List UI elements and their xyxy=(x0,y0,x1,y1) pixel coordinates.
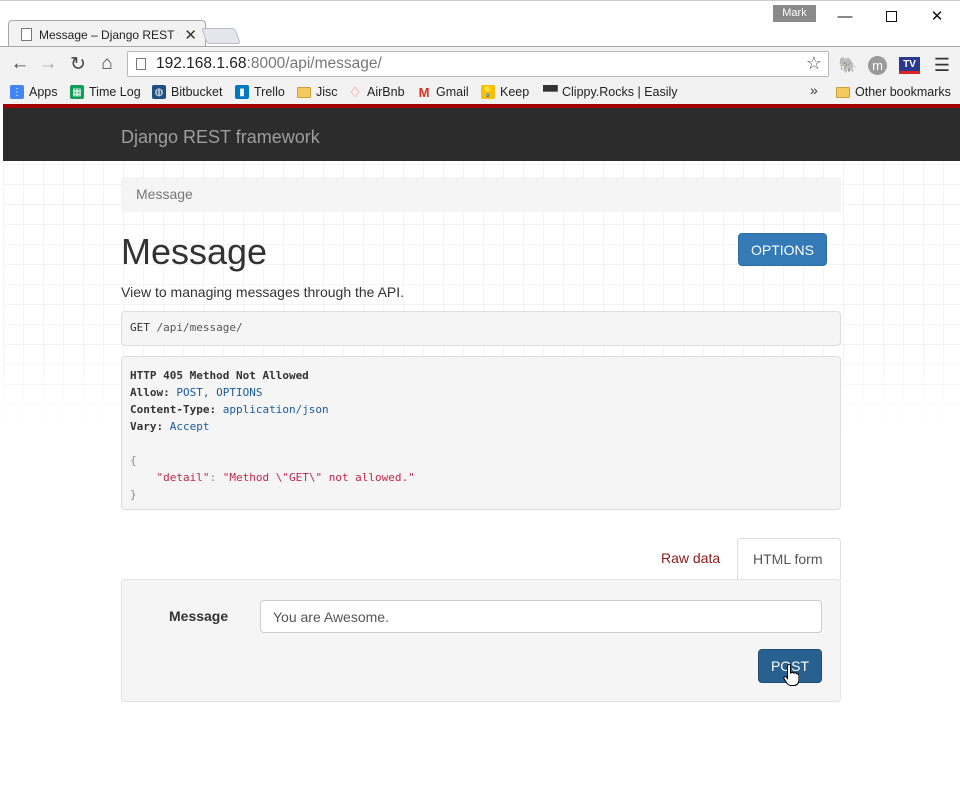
browser-tab-active[interactable]: Message – Django REST fr ✕ xyxy=(8,20,206,48)
json-open-brace: { xyxy=(130,454,137,467)
bookmark-bitbucket[interactable]: ◍ Bitbucket xyxy=(152,83,222,101)
bookmark-label: Other bookmarks xyxy=(855,85,951,99)
header-value: Accept xyxy=(169,420,210,433)
options-button[interactable]: OPTIONS xyxy=(738,233,827,266)
menu-icon[interactable]: ☰ xyxy=(932,55,952,75)
response-status: HTTP 405 Method Not Allowed xyxy=(130,369,309,382)
header-name: Allow: xyxy=(130,386,170,399)
keep-icon: 💡 xyxy=(481,85,495,99)
bookmark-star-icon[interactable]: ☆ xyxy=(806,53,822,74)
page-description: View to managing messages through the AP… xyxy=(121,284,405,300)
request-info: GET /api/message/ xyxy=(121,311,841,346)
breadcrumb-item[interactable]: Message xyxy=(136,186,193,202)
hand-cursor-icon xyxy=(783,664,799,686)
clippy-icon: ▀▀ xyxy=(543,86,558,98)
message-input[interactable] xyxy=(260,600,822,633)
message-label: Message xyxy=(169,608,229,624)
bookmark-label: Gmail xyxy=(436,85,469,99)
bookmark-airbnb[interactable]: ♢ AirBnb xyxy=(348,83,405,101)
browser-toolbar: ← → ↻ ⌂ 192.168.1.68:8000/api/message/ ☆… xyxy=(0,46,960,80)
bookmark-time-log[interactable]: ▦ Time Log xyxy=(70,83,141,101)
page-info-icon[interactable] xyxy=(136,58,146,70)
bookmark-label: Keep xyxy=(500,85,530,99)
content-tabs: Raw data HTML form xyxy=(121,538,841,580)
bookmark-keep[interactable]: 💡 Keep xyxy=(481,83,529,101)
header-name: Vary: xyxy=(130,420,164,433)
breadcrumb: Message xyxy=(121,177,841,212)
request-method: GET xyxy=(130,321,150,334)
minimize-icon[interactable]: — xyxy=(822,5,868,27)
apps-grid-icon: ⋮ xyxy=(10,85,24,99)
trello-icon: ▮ xyxy=(235,85,249,99)
response-info: HTTP 405 Method Not Allowed Allow: POST,… xyxy=(121,356,841,510)
header-value: POST, OPTIONS xyxy=(176,386,263,399)
page-content: Django REST framework Message Message OP… xyxy=(3,104,960,793)
json-value: "Method \"GET\" not allowed." xyxy=(222,471,415,484)
json-key: "detail" xyxy=(156,471,210,484)
maximize-icon[interactable] xyxy=(868,5,914,27)
tab-title: Message – Django REST fr xyxy=(39,27,179,42)
bookmark-label: Time Log xyxy=(89,85,141,99)
bitbucket-icon: ◍ xyxy=(152,85,166,99)
forward-arrow-icon[interactable]: → xyxy=(36,52,60,76)
header-value: application/json xyxy=(222,403,329,416)
bookmarks-bar: ⋮ Apps ▦ Time Log ◍ Bitbucket ▮ Trello J… xyxy=(0,80,960,104)
extension-m-icon[interactable]: m xyxy=(868,56,887,75)
json-close-brace: } xyxy=(130,488,137,501)
header-name: Content-Type: xyxy=(130,403,217,416)
url-host: 192.168.1.68 xyxy=(156,55,247,72)
bookmark-label: Clippy.Rocks | Easily s xyxy=(562,85,678,99)
bookmark-gmail[interactable]: M Gmail xyxy=(417,83,469,101)
bookmark-clippy[interactable]: ▀▀ Clippy.Rocks | Easily s xyxy=(543,83,678,101)
bookmark-jisc[interactable]: Jisc xyxy=(297,83,338,101)
url-path: :8000/api/message/ xyxy=(246,55,382,72)
sheets-icon: ▦ xyxy=(70,85,84,99)
document-icon xyxy=(21,28,32,41)
bookmark-trello[interactable]: ▮ Trello xyxy=(235,83,285,101)
brand-link[interactable]: Django REST framework xyxy=(121,127,320,148)
page-title: Message xyxy=(121,231,268,272)
bookmark-label: Trello xyxy=(254,85,285,99)
profile-badge[interactable]: Mark xyxy=(773,5,816,22)
close-window-icon[interactable]: ✕ xyxy=(914,5,960,27)
top-navbar: Django REST framework xyxy=(3,104,960,161)
home-icon[interactable]: ⌂ xyxy=(95,52,119,76)
bookmark-label: Bitbucket xyxy=(171,85,223,99)
bookmark-label: Apps xyxy=(29,85,58,99)
tab-html-form[interactable]: HTML form xyxy=(737,538,841,580)
close-tab-icon[interactable]: ✕ xyxy=(184,26,197,44)
gmail-icon: M xyxy=(418,84,430,100)
post-form: Message POST xyxy=(121,579,841,702)
browser-titlebar: Message – Django REST fr ✕ Mark — ✕ xyxy=(0,0,960,48)
back-arrow-icon[interactable]: ← xyxy=(8,52,32,76)
bookmark-label: AirBnb xyxy=(367,85,405,99)
json-colon: : xyxy=(209,471,217,484)
extension-tv-icon[interactable]: TV xyxy=(899,57,920,74)
more-bookmarks-chevron[interactable]: » xyxy=(810,82,818,98)
airbnb-icon: ♢ xyxy=(348,83,362,100)
tab-raw-data[interactable]: Raw data xyxy=(649,538,732,580)
address-bar[interactable]: 192.168.1.68:8000/api/message/ ☆ xyxy=(127,51,829,77)
folder-icon xyxy=(297,86,311,98)
request-path: /api/message/ xyxy=(156,321,243,334)
evernote-icon[interactable]: 🐘 xyxy=(838,55,858,75)
reload-icon[interactable]: ↻ xyxy=(66,52,90,76)
new-tab-button[interactable] xyxy=(201,28,241,44)
bookmark-other[interactable]: Other bookmarks xyxy=(836,83,951,101)
bookmark-label: Jisc xyxy=(316,85,338,99)
bookmark-apps[interactable]: ⋮ Apps xyxy=(10,83,58,101)
folder-icon xyxy=(836,86,850,98)
